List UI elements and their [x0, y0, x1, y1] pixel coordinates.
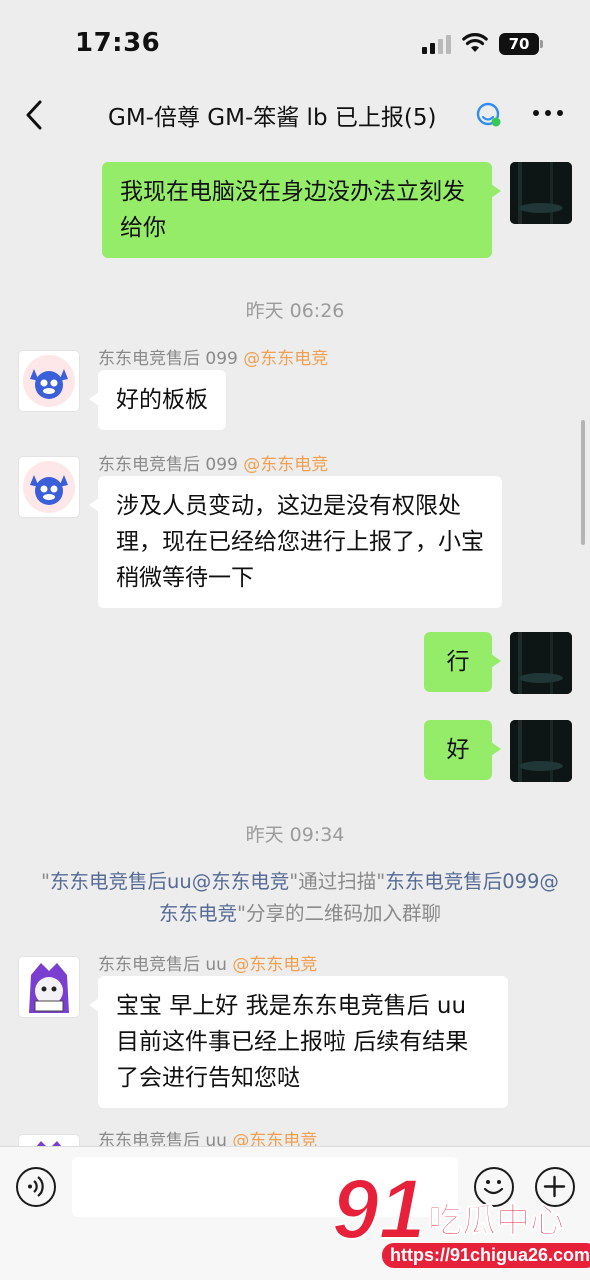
- group-chat-icon: [476, 102, 501, 127]
- message-text: 我现在电脑没在身边没办法立刻发给你: [120, 179, 465, 241]
- notice-text: "分享的二维码加入群聊: [237, 902, 441, 925]
- hooded-cat-mascot-icon: [19, 1135, 79, 1146]
- battery-level: 70: [499, 33, 539, 55]
- sender-avatar[interactable]: [18, 956, 80, 1018]
- voice-icon: [28, 1176, 44, 1197]
- message-bubble-outgoing[interactable]: 我现在电脑没在身边没办法立刻发给你: [102, 162, 501, 258]
- notice-text: ": [41, 870, 51, 893]
- status-time: 17:36: [75, 28, 161, 58]
- message-bubble-outgoing[interactable]: 行: [424, 632, 501, 692]
- message-bubble-incoming[interactable]: 涉及人员变动，这边是没有权限处理，现在已经给您进行上报了，小宝稍微等待一下: [89, 476, 502, 608]
- battery-tip: [540, 40, 543, 48]
- my-avatar[interactable]: [510, 162, 572, 224]
- cellular-signal-icon: [422, 34, 452, 54]
- my-avatar[interactable]: [510, 632, 572, 694]
- message-text: 涉及人员变动，这边是没有权限处理，现在已经给您进行上报了，小宝稍微等待一下: [116, 493, 484, 591]
- sender-group-tag: @东东电竞: [243, 455, 329, 475]
- inviter-link[interactable]: 东东电竞售后uu@东东电竞: [50, 870, 289, 893]
- system-join-notice: "东东电竞售后uu@东东电竞"通过扫描"东东电竞售后099@东东电竞"分享的二维…: [40, 866, 560, 930]
- sender-name-text: 东东电竞售后 uu: [98, 955, 227, 975]
- my-avatar[interactable]: [510, 720, 572, 782]
- sender-name-text: 东东电竞售后 099: [98, 455, 238, 475]
- svg-text:吃瓜中心: 吃瓜中心: [428, 1201, 564, 1241]
- message-list[interactable]: 我现在电脑没在身边没办法立刻发给你 昨天 06:26 东东电竞售后 099 @东…: [0, 146, 590, 1146]
- wifi-icon: [462, 33, 488, 52]
- message-text: 宝宝 早上好 我是东东电竞售后 uu 目前这件事已经上报啦 后续有结果了会进行告…: [116, 993, 469, 1091]
- watermark-url: https://91chigua26.com: [382, 1243, 590, 1268]
- back-chevron-icon[interactable]: [20, 98, 50, 132]
- sender-name-text: 东东电竞售后 099: [98, 349, 238, 369]
- message-bubble-outgoing[interactable]: 好: [424, 720, 501, 780]
- message-bubble-incoming[interactable]: 宝宝 早上好 我是东东电竞售后 uu 目前这件事已经上报啦 后续有结果了会进行告…: [89, 976, 508, 1108]
- sender-name: 东东电竞售后 uu @东东电竞: [98, 1126, 317, 1146]
- message-bubble-incoming[interactable]: 好的板板: [89, 370, 226, 430]
- message-text: 好: [446, 737, 470, 763]
- sender-name: 东东电竞售后 uu @东东电竞: [98, 950, 317, 975]
- status-bar: 17:36 70: [0, 0, 590, 84]
- sender-group-tag: @东东电竞: [232, 955, 318, 975]
- message-text: 行: [446, 649, 470, 675]
- notice-text: "通过扫描": [289, 870, 386, 893]
- more-options-icon[interactable]: [530, 98, 566, 128]
- chat-header: GM-倍尊 GM-笨酱 lb 已上报(5): [0, 84, 590, 146]
- voice-input-button[interactable]: [16, 1167, 56, 1207]
- sender-avatar[interactable]: [18, 456, 80, 518]
- time-divider: 昨天 09:34: [245, 824, 345, 846]
- sender-avatar[interactable]: [18, 1134, 80, 1146]
- forest-image-icon: [510, 720, 572, 782]
- sender-avatar[interactable]: [18, 350, 80, 412]
- sender-name: 东东电竞售后 099 @东东电竞: [98, 450, 328, 475]
- cat-mascot-icon: [23, 461, 75, 513]
- sender-group-tag: @东东电竞: [243, 349, 329, 369]
- sender-name: 东东电竞售后 099 @东东电竞: [98, 344, 328, 369]
- scrollbar[interactable]: [581, 420, 585, 545]
- cat-mascot-icon: [23, 355, 75, 407]
- time-divider: 昨天 06:26: [245, 300, 345, 322]
- hooded-cat-mascot-icon: [19, 957, 79, 1017]
- sender-group-tag: @东东电竞: [232, 1131, 318, 1146]
- chat-title: GM-倍尊 GM-笨酱 lb 已上报(5): [108, 105, 437, 131]
- forest-image-icon: [510, 162, 572, 224]
- forest-image-icon: [510, 632, 572, 694]
- message-text: 好的板板: [116, 387, 208, 413]
- sender-name-text: 东东电竞售后 uu: [98, 1131, 227, 1146]
